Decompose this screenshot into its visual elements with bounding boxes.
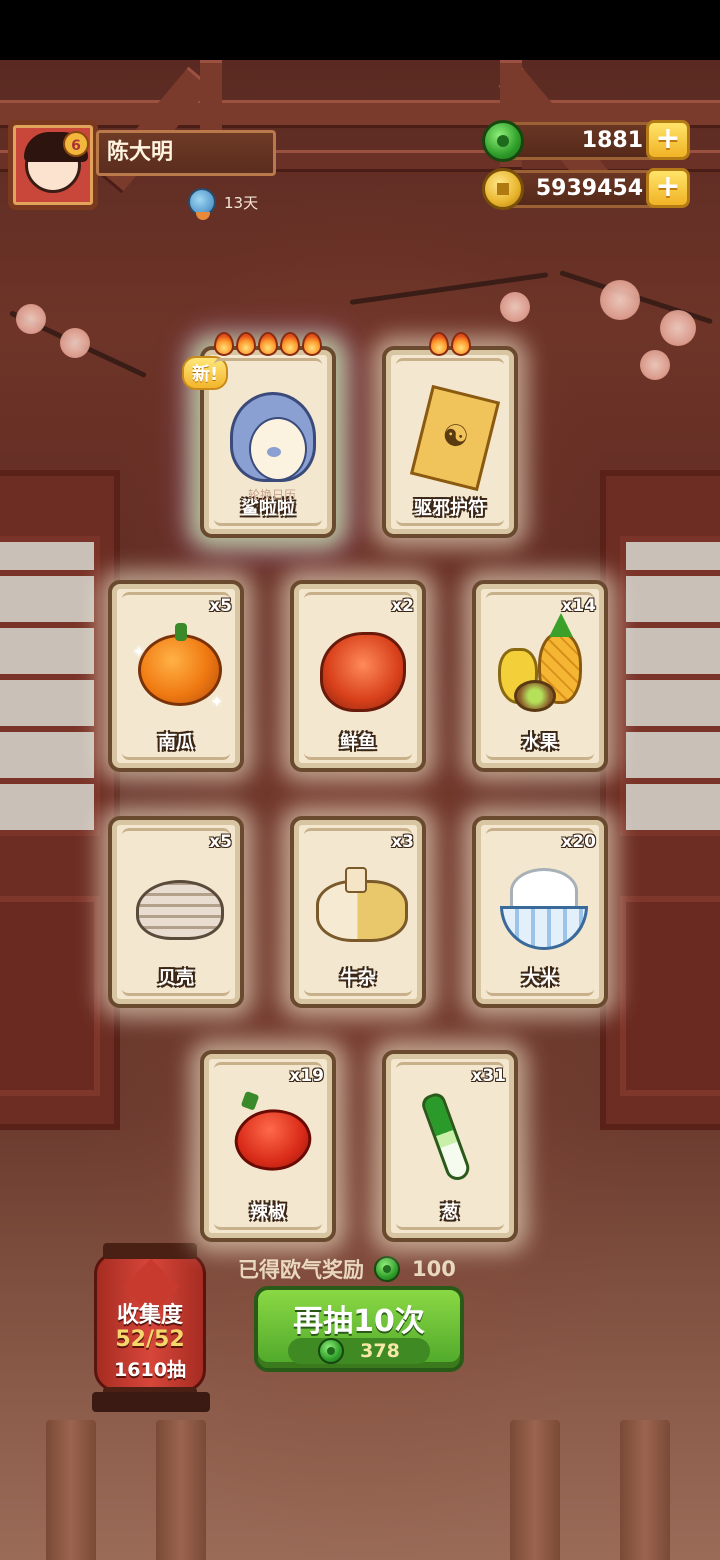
- blossom: [16, 304, 46, 334]
- talisman-icon: [404, 384, 501, 492]
- reward-line: 已得欧气奖励 100: [238, 1254, 456, 1284]
- right-window: [600, 470, 720, 1130]
- card-quantity: x14: [561, 596, 596, 616]
- flame-icon: [258, 332, 278, 356]
- fish-icon: [312, 622, 406, 722]
- add-jade-button[interactable]: +: [646, 120, 690, 160]
- fruit-icon: [494, 622, 586, 722]
- card-scallion[interactable]: x31 葱: [382, 1050, 518, 1242]
- player-avatar[interactable]: 6: [8, 120, 98, 210]
- flame-icon: [302, 332, 322, 356]
- left-window: [0, 470, 120, 1130]
- fence-post: [510, 1420, 560, 1560]
- rocket-icon: [188, 188, 216, 220]
- fence-post: [620, 1420, 670, 1560]
- card-shell[interactable]: x5 贝壳: [108, 816, 244, 1008]
- flame-icon: [429, 332, 449, 356]
- player-name: 陈大明: [96, 130, 276, 176]
- flame-icon: [451, 332, 471, 356]
- game-scene: 收集度 52/52 1610抽 已得欧气奖励 100 再抽10次 378: [0, 60, 720, 1560]
- jade-icon: [374, 1256, 400, 1282]
- card-talisman[interactable]: 驱邪护符: [382, 332, 518, 538]
- blossom: [500, 292, 530, 322]
- days-value: 13天: [224, 193, 259, 212]
- days-counter: 13天: [188, 188, 259, 220]
- jade-icon: [482, 120, 524, 162]
- card-quantity: x5: [209, 596, 232, 616]
- shell-icon: [130, 858, 224, 958]
- level-badge: 6: [63, 131, 89, 157]
- shark-icon: [222, 388, 316, 488]
- rarity-flames: [204, 332, 332, 356]
- chili-pepper-icon: [222, 1092, 319, 1192]
- card-label: 水果: [522, 732, 558, 753]
- card-label: 大米: [522, 968, 558, 989]
- lantern-stand: [92, 1392, 210, 1412]
- pumpkin-icon: ✦ ✦: [130, 622, 223, 722]
- blossom: [60, 328, 90, 358]
- draw-cost: 378: [288, 1338, 430, 1364]
- rice-bowl-icon: [494, 858, 588, 958]
- collection-title: 收集度: [116, 1303, 183, 1328]
- card-beef-offal[interactable]: x3 牛杂: [290, 816, 426, 1008]
- draw-cost-value: 378: [360, 1340, 400, 1362]
- card-fish[interactable]: x2 鲜鱼: [290, 580, 426, 772]
- card-rice[interactable]: x20 大米: [472, 816, 608, 1008]
- card-label: 辣椒: [250, 1202, 286, 1223]
- collection-progress: 52/52: [115, 1327, 185, 1352]
- fence-post: [156, 1420, 206, 1560]
- draw-button-title: 再抽10次: [293, 1304, 425, 1339]
- card-label: 南瓜: [158, 732, 194, 753]
- card-label: 牛杂: [340, 968, 376, 989]
- card-label: 贝壳: [158, 968, 194, 989]
- add-coin-button[interactable]: +: [646, 168, 690, 208]
- reward-value: 100: [412, 1257, 456, 1281]
- card-quantity: x3: [391, 832, 414, 852]
- collection-draws: 1610抽: [114, 1359, 186, 1381]
- card-pumpkin[interactable]: x5 ✦ ✦ 南瓜: [108, 580, 244, 772]
- card-quantity: x5: [209, 832, 232, 852]
- calendar-caption: 轮换日历: [248, 488, 297, 502]
- card-quantity: x31: [471, 1066, 506, 1086]
- card-shark[interactable]: 新! 鲨啦啦: [182, 332, 336, 538]
- jade-icon: [318, 1338, 345, 1364]
- blossom: [640, 350, 670, 380]
- card-fruit[interactable]: x14 水果: [472, 580, 608, 772]
- flame-icon: [214, 332, 234, 356]
- card-label: 鲜鱼: [340, 732, 376, 753]
- card-label: 葱: [441, 1202, 459, 1223]
- card-quantity: x20: [561, 832, 596, 852]
- reward-label: 已得欧气奖励: [238, 1258, 364, 1282]
- collection-lantern[interactable]: 收集度 52/52 1610抽: [94, 1243, 206, 1403]
- fence-post: [46, 1420, 96, 1560]
- flame-icon: [236, 332, 256, 356]
- blossom: [660, 310, 696, 346]
- coin-icon: [482, 168, 524, 210]
- beef-offal-icon: [312, 858, 408, 958]
- rarity-flames: [386, 332, 514, 356]
- card-label: 驱邪护符: [414, 498, 486, 519]
- card-chili[interactable]: x19 辣椒: [200, 1050, 336, 1242]
- card-quantity: x2: [391, 596, 414, 616]
- blossom: [600, 280, 640, 320]
- draw-again-button[interactable]: 再抽10次 378: [254, 1286, 464, 1372]
- card-quantity: x19: [289, 1066, 324, 1086]
- flame-icon: [280, 332, 300, 356]
- scallion-icon: [404, 1090, 496, 1192]
